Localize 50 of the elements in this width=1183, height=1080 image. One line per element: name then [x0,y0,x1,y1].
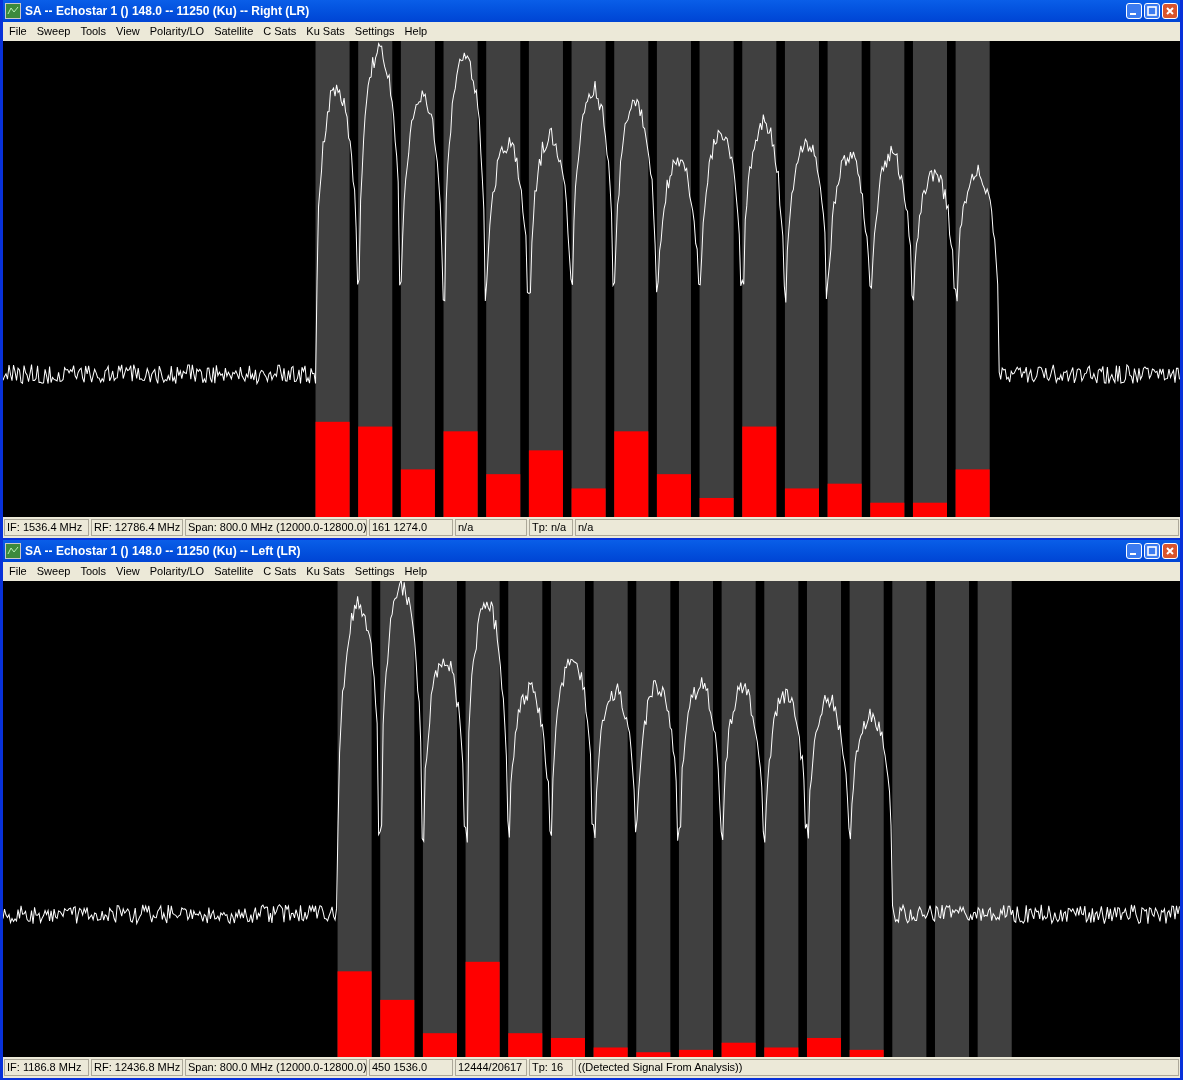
menu-item[interactable]: Satellite [209,563,259,580]
status-field: ((Detected Signal From Analysis)) [575,1059,1179,1076]
menu-item[interactable]: Satellite [209,23,259,40]
maximize-icon [1147,6,1157,16]
menu-item[interactable]: Tools [75,563,112,580]
status-field: Span: 800.0 MHz (12000.0-12800.0) [185,1059,367,1076]
menu-item[interactable]: View [111,563,145,580]
menu-item[interactable]: Ku Sats [301,23,350,40]
window-title: SA -- Echostar 1 () 148.0 -- 11250 (Ku) -- Left (LR) [25,543,302,560]
close-button[interactable] [1162,543,1178,559]
close-button[interactable] [1162,3,1178,19]
status-field: Span: 800.0 MHz (12000.0-12800.0) [185,519,367,536]
status-field: IF: 1536.4 MHz [4,519,89,536]
minimize-button[interactable] [1126,543,1142,559]
menu-item[interactable]: Tools [75,23,112,40]
maximize-button[interactable] [1144,543,1160,559]
status-field: 12444/20617 [455,1059,527,1076]
minimize-icon [1130,553,1136,555]
window-title: SA -- Echostar 1 () 148.0 -- 11250 (Ku) -- Right (LR) [25,3,311,20]
status-field: n/a [455,519,527,536]
menu-item[interactable]: Polarity/LO [144,563,210,580]
menu-item[interactable]: Sweep [31,563,76,580]
minimize-icon [1130,13,1136,15]
app-icon [5,543,21,559]
status-field: 450 1536.0 [369,1059,453,1076]
menu-item[interactable]: Sweep [31,23,76,40]
menu-item[interactable]: Help [399,563,433,580]
maximize-button[interactable] [1144,3,1160,19]
menu-item[interactable]: View [111,23,145,40]
status-field: n/a [575,519,1179,536]
status-field: RF: 12436.8 MHz [91,1059,183,1076]
close-icon [1165,6,1175,16]
menu-item[interactable]: Ku Sats [301,563,350,580]
close-icon [1165,546,1175,556]
menu-item[interactable]: Settings [349,563,400,580]
menu-item[interactable]: Settings [349,23,400,40]
menu-item[interactable]: C Sats [258,563,302,580]
minimize-button[interactable] [1126,3,1142,19]
menu-item[interactable]: C Sats [258,23,302,40]
maximize-icon [1147,546,1157,556]
status-field: RF: 12786.4 MHz [91,519,183,536]
menu-item[interactable]: Polarity/LO [144,23,210,40]
status-field: IF: 1186.8 MHz [4,1059,89,1076]
status-field: Tp: n/a [529,519,573,536]
menu-item[interactable]: File [4,563,32,580]
app-icon [5,3,21,19]
menu-item[interactable]: Help [399,23,433,40]
status-field: Tp: 16 [529,1059,573,1076]
menu-item[interactable]: File [4,23,32,40]
status-field: 161 1274.0 [369,519,453,536]
